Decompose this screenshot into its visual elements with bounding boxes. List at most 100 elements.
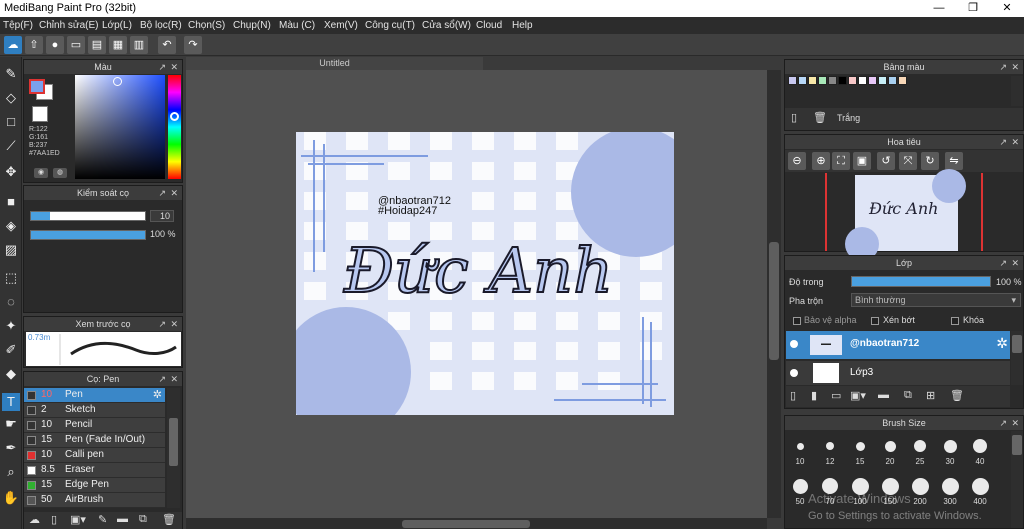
brush-item-edge-pen[interactable]: 15 Edge Pen xyxy=(24,478,165,493)
select-pen-tool-icon[interactable]: ✐ xyxy=(2,341,20,359)
brush-item-pencil[interactable]: 10 Pencil xyxy=(24,418,165,433)
delete-palette-icon[interactable]: 🗑 xyxy=(813,111,827,124)
brush-size-option[interactable] xyxy=(943,439,957,453)
lasso-tool-icon[interactable]: ◌ xyxy=(2,293,20,311)
magic-wand-tool-icon[interactable]: ✦ xyxy=(2,317,20,335)
brush-size-option[interactable] xyxy=(796,442,804,450)
menu-capture[interactable]: Chụp(N) xyxy=(233,20,271,31)
palette-swatch[interactable] xyxy=(788,76,797,85)
scrollbar-thumb[interactable] xyxy=(1012,335,1022,353)
menu-layer[interactable]: Lớp(L) xyxy=(102,20,132,31)
brush-tool-icon[interactable]: ✎ xyxy=(2,65,20,83)
panel-close-icon[interactable]: ✕ xyxy=(1011,135,1019,149)
navigator-view[interactable]: Đức Anh xyxy=(785,169,1023,261)
maximize-button[interactable]: ❐ xyxy=(956,0,990,17)
new-brush-icon[interactable]: ▯ xyxy=(51,513,57,526)
menu-edit[interactable]: Chỉnh sửa(E) xyxy=(39,20,99,31)
palette-swatch[interactable] xyxy=(838,76,847,85)
brush-size-option[interactable] xyxy=(826,442,834,450)
export-icon[interactable]: ⇧ xyxy=(25,36,43,54)
layer-item-lop3[interactable]: Lớp3 xyxy=(786,361,1010,385)
folder-icon[interactable]: ▬ xyxy=(117,513,128,525)
fit-screen-icon[interactable]: ⤧ xyxy=(899,152,917,170)
undo-icon[interactable]: ↶ xyxy=(158,36,176,54)
palette-swatch[interactable] xyxy=(798,76,807,85)
brush-item-sketch[interactable]: 2 Sketch xyxy=(24,403,165,418)
brush-item-calli-pen[interactable]: 10 Calli pen xyxy=(24,448,165,463)
canvas-area[interactable]: @nbaotran712 #Hoidap247 Đức Anh xyxy=(186,70,781,518)
new-layer-icon[interactable]: ▯ xyxy=(790,389,796,402)
brush-size-value[interactable]: 10 xyxy=(150,210,174,222)
comment-icon[interactable]: ● xyxy=(46,36,64,54)
palette-swatch[interactable] xyxy=(828,76,837,85)
layer-opacity-slider[interactable] xyxy=(851,276,991,287)
float-icon[interactable]: ↗ xyxy=(999,135,1007,149)
saturation-value-picker[interactable] xyxy=(75,75,165,179)
float-icon[interactable]: ↗ xyxy=(158,317,166,331)
brush-item-pen[interactable]: 10 Pen ✲ xyxy=(24,388,165,403)
fit-icon[interactable]: ⛶ xyxy=(832,152,850,170)
new-8bit-layer-icon[interactable]: ▭ xyxy=(831,389,841,402)
fill-rect-tool-icon[interactable]: ■ xyxy=(2,193,20,211)
hue-slider[interactable] xyxy=(168,75,181,179)
palette-mode-icon[interactable]: ◉ xyxy=(34,168,48,178)
brush-list-scrollbar[interactable] xyxy=(167,388,180,508)
panel-close-icon[interactable]: ✕ xyxy=(170,60,178,74)
palette-swatch[interactable] xyxy=(808,76,817,85)
panel-close-icon[interactable]: ✕ xyxy=(170,186,178,200)
palette-swatch[interactable] xyxy=(898,76,907,85)
new-palette-icon[interactable]: ▯ xyxy=(791,111,797,124)
layout-icon[interactable]: ▥ xyxy=(130,36,148,54)
layer-folder-icon[interactable]: ▬ xyxy=(878,389,889,401)
canvas-vertical-scrollbar[interactable] xyxy=(767,70,781,518)
zoom-in-icon[interactable]: ⊕ xyxy=(812,152,830,170)
palette-swatch[interactable] xyxy=(858,76,867,85)
rotate-left-icon[interactable]: ↺ xyxy=(877,152,895,170)
speech-icon[interactable]: ▭ xyxy=(67,36,85,54)
eraser-tool-icon[interactable]: ◇ xyxy=(2,89,20,107)
brush-item-airbrush[interactable]: 50 AirBrush xyxy=(24,493,165,508)
brush-size-option[interactable] xyxy=(973,439,987,453)
new-halftone-layer-icon[interactable]: ▮ xyxy=(811,389,817,402)
gradient-tool-icon[interactable]: ▨ xyxy=(2,241,20,259)
wheel-mode-icon[interactable]: ◍ xyxy=(53,168,67,178)
layer-item-nbaotran712[interactable]: ▬▬ @nbaotran712 ✲ xyxy=(786,331,1010,359)
merge-layer-icon[interactable]: ⊞ xyxy=(926,389,935,402)
menu-window[interactable]: Cửa sổ(W) xyxy=(422,20,471,31)
panel-close-icon[interactable]: ✕ xyxy=(170,372,178,386)
menu-help[interactable]: Help xyxy=(512,20,533,31)
scrollbar-thumb[interactable] xyxy=(769,242,779,360)
brush-item-pen-fade[interactable]: 15 Pen (Fade In/Out) xyxy=(24,433,165,448)
minimize-button[interactable]: — xyxy=(922,0,956,17)
scrollbar-thumb[interactable] xyxy=(169,418,178,466)
menu-filter[interactable]: Bộ lọc(R) xyxy=(140,20,182,31)
duplicate-layer-icon[interactable]: ⧉ xyxy=(904,389,912,402)
page-icon[interactable]: ▤ xyxy=(88,36,106,54)
grid-icon[interactable]: ▦ xyxy=(109,36,127,54)
float-icon[interactable]: ↗ xyxy=(158,372,166,386)
menu-tools[interactable]: Công cụ(T) xyxy=(365,20,415,31)
rectangle-tool-icon[interactable]: □ xyxy=(2,113,20,131)
float-icon[interactable]: ↗ xyxy=(999,256,1007,270)
brush-size-option[interactable] xyxy=(914,440,926,452)
eye-icon[interactable] xyxy=(790,369,798,377)
rotate-right-icon[interactable]: ↻ xyxy=(921,152,939,170)
document-tab[interactable]: Untitled xyxy=(186,57,483,70)
clipping-checkbox[interactable] xyxy=(871,317,879,325)
palette-swatch[interactable] xyxy=(868,76,877,85)
copy-brush-icon[interactable]: ⧉ xyxy=(139,513,147,526)
eye-icon[interactable] xyxy=(790,340,798,348)
layer-settings-icon[interactable]: ✲ xyxy=(996,335,1008,352)
alpha-protect-checkbox[interactable] xyxy=(793,317,801,325)
brush-size-option[interactable] xyxy=(855,441,865,451)
scrollbar-thumb[interactable] xyxy=(402,520,530,528)
add-brush-dropdown-icon[interactable]: ▣▾ xyxy=(70,513,86,526)
cloud-icon[interactable]: ☁ xyxy=(4,36,22,54)
zoom-out-icon[interactable]: ⊖ xyxy=(788,152,806,170)
flip-icon[interactable]: ⇋ xyxy=(945,152,963,170)
brush-size-slider[interactable] xyxy=(30,211,146,221)
canvas-horizontal-scrollbar[interactable] xyxy=(186,518,767,529)
panel-close-icon[interactable]: ✕ xyxy=(1011,416,1019,430)
brush-size-option[interactable] xyxy=(941,477,959,495)
menu-file[interactable]: Tệp(F) xyxy=(3,20,33,31)
